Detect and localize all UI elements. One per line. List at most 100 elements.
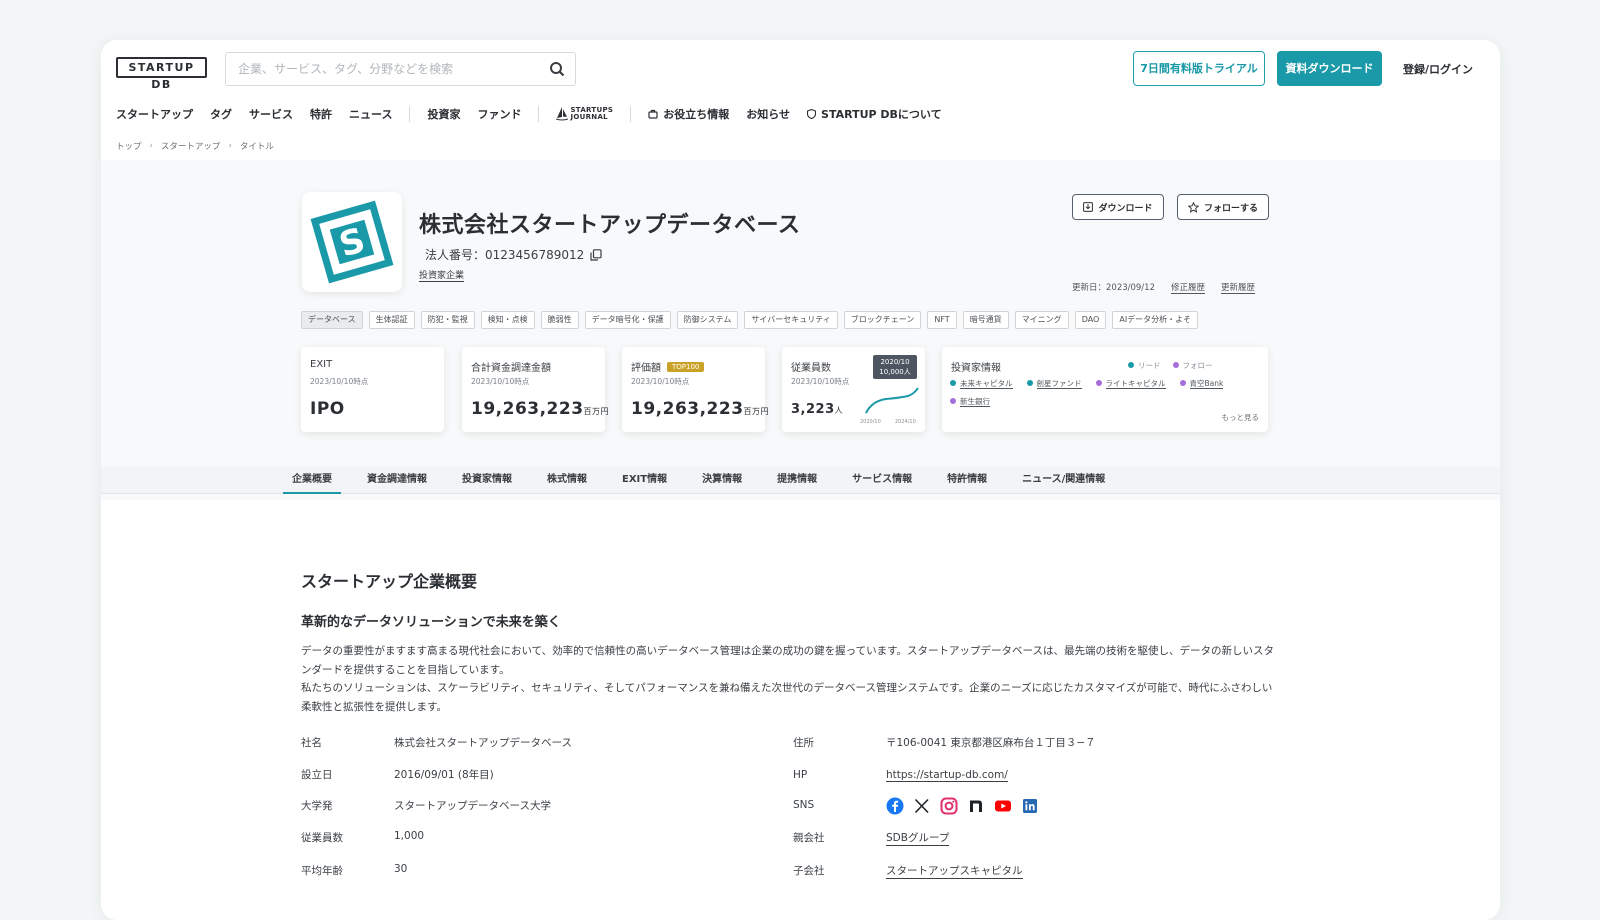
tag-chip[interactable]: 暗号通貨 — [962, 311, 1009, 329]
tag-chip[interactable]: 脆弱性 — [540, 311, 579, 329]
breadcrumb-chevron-icon: › — [228, 141, 232, 151]
detail-label: HP — [793, 769, 808, 781]
nav-useful-info[interactable]: お役立ち情報 — [648, 106, 729, 122]
investor-item[interactable]: 未来キャピタル — [950, 378, 1013, 389]
tab-exit[interactable]: EXIT情報 — [613, 466, 676, 494]
tag-chip[interactable]: マイニング — [1014, 311, 1069, 329]
nav-service[interactable]: サービス — [249, 106, 293, 122]
valuation-value: 19,263,223 — [631, 399, 744, 419]
follow-button[interactable]: フォローする — [1177, 194, 1269, 220]
tag-chip[interactable]: 生体認証 — [368, 311, 415, 329]
funding-unit: 百万円 — [583, 407, 610, 416]
login-link[interactable]: 登録/ログイン — [1403, 61, 1473, 77]
nav-news[interactable]: ニュース — [349, 106, 392, 122]
company-header: S 株式会社スタートアップデータベース 法人番号：0123456789012 投… — [101, 160, 1500, 500]
overview-body: データの重要性がますます高まる現代社会において、効率的で信頼性の高いデータベース… — [301, 642, 1276, 716]
nav-about[interactable]: STARTUP DBについて — [807, 106, 942, 122]
startups-journal-link[interactable]: STARTUPS JOURNAL — [556, 107, 613, 121]
sparkline-axis-start: 2020/10 — [860, 419, 881, 425]
tag-chip[interactable]: 防御システム — [676, 311, 739, 329]
nav-startup[interactable]: スタートアップ — [116, 106, 193, 122]
investor-item[interactable]: 青空Bank — [1179, 378, 1224, 389]
homepage-link[interactable]: https://startup-db.com/ — [886, 769, 1008, 782]
tab-patents[interactable]: 特許情報 — [938, 466, 996, 494]
tag-chip[interactable]: 検知・点検 — [480, 311, 535, 329]
tag-chip[interactable]: データ暗号化・保護 — [584, 311, 671, 329]
search-input[interactable] — [238, 53, 538, 85]
x-icon[interactable] — [913, 797, 931, 815]
valuation-date: 2023/10/10時点 — [631, 377, 690, 386]
tag-chip[interactable]: AIデータ分析・よそ — [1112, 311, 1199, 329]
note-icon[interactable] — [967, 797, 985, 815]
search-icon[interactable] — [549, 61, 565, 77]
detail-label: 住所 — [793, 737, 814, 749]
lead-dot-icon — [950, 380, 956, 386]
app-frame: STARTUP DB 7日間有料版トライアル 資料ダウンロード 登録/ログイン … — [101, 40, 1500, 920]
investor-link[interactable]: 青空Bank — [1189, 379, 1224, 389]
update-history-link[interactable]: 更新履歴 — [1221, 281, 1256, 294]
investor-item[interactable]: 創星ファンド — [1026, 378, 1082, 389]
edit-history-link[interactable]: 修正履歴 — [1171, 281, 1206, 294]
breadcrumb-startup[interactable]: スタートアップ — [161, 140, 221, 152]
tab-investors[interactable]: 投資家情報 — [453, 466, 521, 494]
section-tabs: 企業概要 資金調達情報 投資家情報 株式情報 EXIT情報 決算情報 提携情報 … — [101, 466, 1500, 494]
download-materials-button[interactable]: 資料ダウンロード — [1277, 51, 1382, 86]
exit-value: IPO — [310, 399, 345, 419]
tab-news[interactable]: ニュース/関連情報 — [1013, 466, 1114, 494]
investor-item[interactable]: ライトキャピタル — [1095, 378, 1166, 389]
company-logo: S — [302, 192, 402, 292]
nav-notice[interactable]: お知らせ — [746, 106, 790, 122]
valuation-unit: 百万円 — [743, 407, 770, 416]
funding-title: 合計資金調達金額 — [471, 363, 551, 374]
employees-date: 2023/10/10時点 — [791, 377, 850, 386]
tab-funding[interactable]: 資金調達情報 — [358, 466, 436, 494]
tab-overview[interactable]: 企業概要 — [283, 466, 341, 494]
nav-about-label: STARTUP DBについて — [821, 108, 942, 121]
tab-financials[interactable]: 決算情報 — [693, 466, 751, 494]
tag-chip[interactable]: データベース — [301, 311, 363, 329]
investor-company-link[interactable]: 投資家企業 — [419, 268, 465, 282]
detail-value: 〒106-0041 東京都港区麻布台１丁目３−７ — [886, 737, 1096, 749]
tag-chip[interactable]: DAO — [1074, 311, 1107, 329]
overview-paragraph-2: 私たちのソリューションは、スケーラビリティ、セキュリティ、そしてパフォーマンスを… — [301, 682, 1273, 713]
copy-icon[interactable] — [590, 248, 602, 261]
investor-link[interactable]: ライトキャピタル — [1105, 379, 1166, 389]
breadcrumb-top[interactable]: トップ — [116, 140, 142, 152]
investor-link[interactable]: 新生銀行 — [960, 397, 990, 407]
nav-tag[interactable]: タグ — [210, 106, 232, 122]
valuation-card: 評価額 TOP100 2023/10/10時点 19,263,223百万円 — [622, 347, 769, 432]
instagram-icon[interactable] — [940, 797, 958, 815]
tab-services[interactable]: サービス情報 — [843, 466, 921, 494]
investor-item[interactable]: 新生銀行 — [950, 396, 990, 407]
tag-chip[interactable]: NFT — [927, 311, 957, 329]
more-investors-link[interactable]: もっと見る — [1222, 412, 1260, 423]
startup-db-logo[interactable]: STARTUP DB — [116, 57, 207, 91]
trial-button[interactable]: 7日間有料版トライアル — [1133, 51, 1265, 86]
linkedin-icon[interactable] — [1021, 797, 1039, 815]
star-icon — [1187, 201, 1199, 213]
download-button[interactable]: ダウンロード — [1072, 194, 1164, 220]
employees-title: 従業員数 — [791, 363, 831, 374]
top100-badge: TOP100 — [667, 361, 705, 372]
parent-company-link[interactable]: SDBグループ — [886, 830, 950, 846]
detail-label: 大学発 — [301, 800, 333, 812]
youtube-icon[interactable] — [994, 797, 1012, 815]
search-box[interactable] — [225, 52, 576, 86]
tag-chip[interactable]: 防犯・監視 — [420, 311, 475, 329]
nav-fund[interactable]: ファンド — [477, 106, 521, 122]
tag-chip[interactable]: ブロックチェーン — [843, 311, 922, 329]
nav-patent[interactable]: 特許 — [310, 106, 332, 122]
lead-dot-icon — [1026, 380, 1033, 386]
investor-link[interactable]: 未来キャピタル — [960, 379, 1013, 389]
investor-link[interactable]: 創星ファンド — [1036, 379, 1082, 389]
tag-chip[interactable]: サイバーセキュリティ — [744, 311, 838, 329]
subsidiary-link[interactable]: スタートアップスキャピタル — [886, 863, 1023, 879]
nav-investor[interactable]: 投資家 — [427, 106, 460, 122]
funding-date: 2023/10/10時点 — [471, 377, 530, 386]
nav-divider — [538, 106, 540, 122]
funding-value-row: 19,263,223百万円 — [471, 399, 609, 419]
tab-partnerships[interactable]: 提携情報 — [768, 466, 826, 494]
facebook-icon[interactable] — [886, 797, 904, 815]
detail-label: 子会社 — [793, 865, 825, 877]
tab-stock[interactable]: 株式情報 — [538, 466, 596, 494]
